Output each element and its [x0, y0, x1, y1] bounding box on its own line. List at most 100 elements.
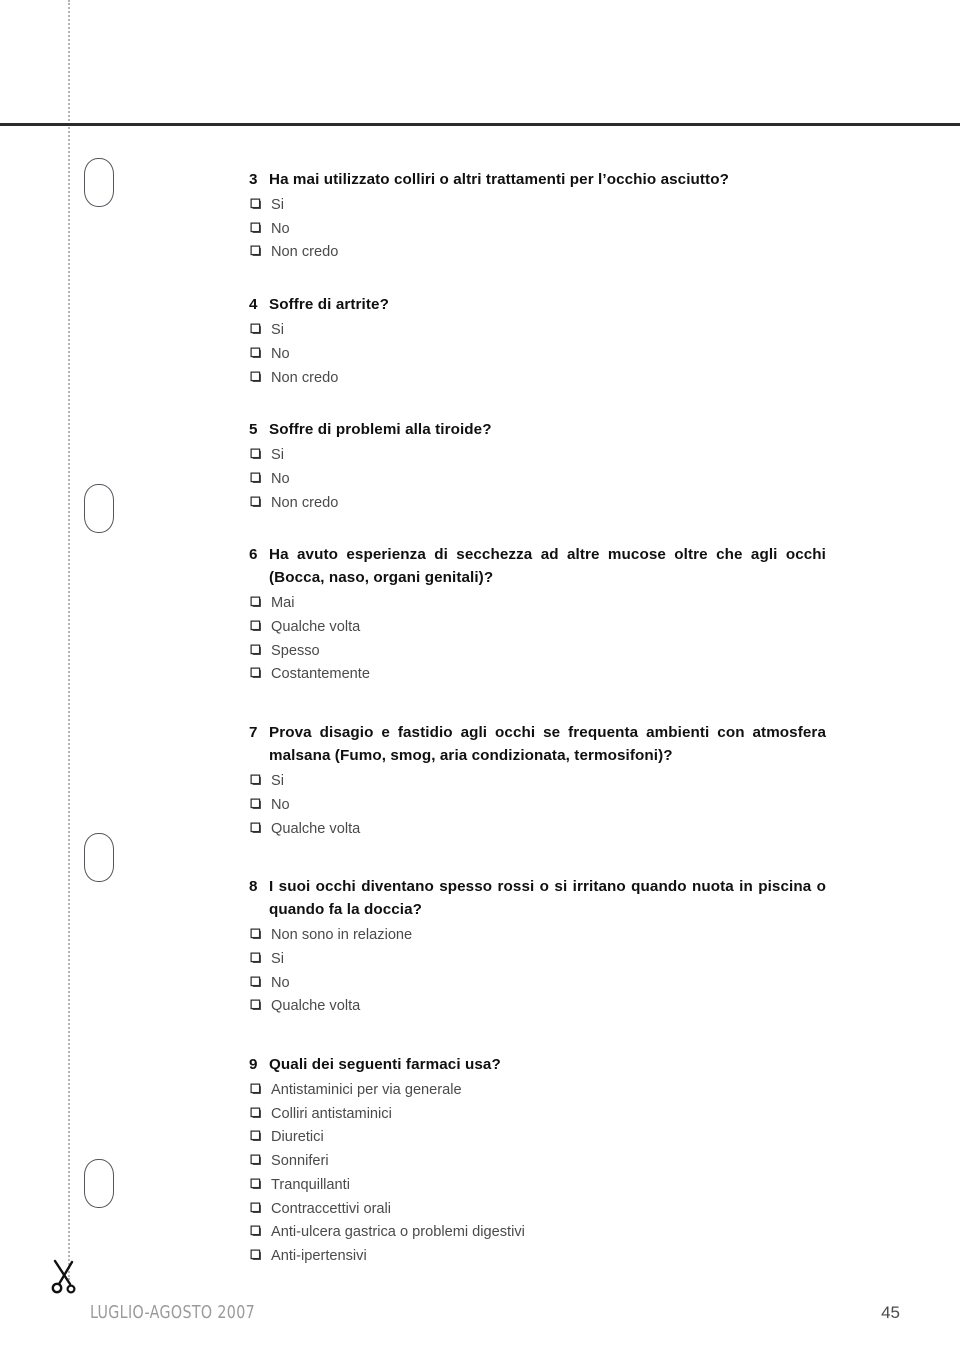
empty-checkbox-icon[interactable]: [249, 666, 271, 679]
option-list-4: Si No Non credo: [249, 319, 826, 390]
option-item[interactable]: Si: [249, 770, 826, 794]
question-label-5: Soffre di problemi alla tiroide?: [269, 421, 492, 439]
option-item[interactable]: Costantemente: [249, 663, 826, 687]
option-item[interactable]: No: [249, 468, 826, 492]
question-block-6: 6 Ha avuto esperienza di secchezza ad alt…: [249, 543, 826, 687]
page-footer: LUGLIO-AGOSTO 2007 45: [90, 1302, 900, 1328]
option-item[interactable]: Mai: [249, 592, 826, 616]
question-block-3: 3 Ha mai utilizzato colliri o altri tratt…: [249, 168, 826, 265]
empty-checkbox-icon[interactable]: [249, 447, 271, 460]
option-item[interactable]: No: [249, 794, 826, 818]
empty-checkbox-icon[interactable]: [249, 1201, 271, 1214]
empty-checkbox-icon[interactable]: [249, 1248, 271, 1261]
option-item[interactable]: Antistaminici per via generale: [249, 1079, 826, 1103]
empty-checkbox-icon[interactable]: [249, 1106, 271, 1119]
empty-checkbox-icon[interactable]: [249, 1224, 271, 1237]
footer-issue-date: LUGLIO-AGOSTO 2007: [90, 1302, 256, 1323]
empty-checkbox-icon[interactable]: [249, 595, 271, 608]
empty-checkbox-icon[interactable]: [249, 1153, 271, 1166]
option-item[interactable]: Qualche volta: [249, 995, 826, 1019]
empty-checkbox-icon[interactable]: [249, 998, 271, 1011]
empty-checkbox-icon[interactable]: [249, 197, 271, 210]
empty-checkbox-icon[interactable]: [249, 927, 271, 940]
option-item[interactable]: Si: [249, 194, 826, 218]
option-item[interactable]: Non credo: [249, 241, 826, 265]
option-label: Tranquillanti: [271, 1176, 350, 1193]
question-label-6: Ha avuto esperienza di secchezza ad altr…: [269, 546, 826, 587]
empty-checkbox-icon[interactable]: [249, 951, 271, 964]
footer-page-number: 45: [881, 1303, 900, 1322]
question-number-9: 9: [249, 1056, 258, 1074]
empty-checkbox-icon[interactable]: [249, 322, 271, 335]
option-label: Anti-ulcera gastrica o problemi digestiv…: [271, 1224, 525, 1241]
question-label-4: Soffre di artrite?: [269, 296, 389, 314]
binder-punch-hole: [84, 484, 114, 533]
question-number-4: 4: [249, 296, 258, 314]
option-item[interactable]: Si: [249, 319, 826, 343]
empty-checkbox-icon[interactable]: [249, 1177, 271, 1190]
option-item[interactable]: Non sono in relazione: [249, 924, 826, 948]
option-item[interactable]: Diuretici: [249, 1126, 826, 1150]
option-item[interactable]: Qualche volta: [249, 818, 826, 842]
option-item[interactable]: Contraccettivi orali: [249, 1198, 826, 1222]
empty-checkbox-icon[interactable]: [249, 495, 271, 508]
option-item[interactable]: No: [249, 218, 826, 242]
option-item[interactable]: Spesso: [249, 640, 826, 664]
empty-checkbox-icon[interactable]: [249, 643, 271, 656]
option-item[interactable]: Tranquillanti: [249, 1174, 826, 1198]
question-text-6: 6 Ha avuto esperienza di secchezza ad alt…: [249, 543, 826, 589]
option-item[interactable]: Si: [249, 948, 826, 972]
empty-checkbox-icon[interactable]: [249, 221, 271, 234]
empty-checkbox-icon[interactable]: [249, 1129, 271, 1142]
option-item[interactable]: Non credo: [249, 492, 826, 516]
binder-punch-hole: [84, 158, 114, 207]
option-label: Qualche volta: [271, 998, 361, 1015]
option-label: Costantemente: [271, 666, 370, 683]
empty-checkbox-icon[interactable]: [249, 244, 271, 257]
empty-checkbox-icon[interactable]: [249, 471, 271, 484]
option-item[interactable]: Colliri antistaminici: [249, 1103, 826, 1127]
option-item[interactable]: Sonniferi: [249, 1150, 826, 1174]
option-label: Mai: [271, 595, 295, 612]
scissors-icon: [48, 1258, 82, 1296]
empty-checkbox-icon[interactable]: [249, 821, 271, 834]
option-list-7: Si No Qualche volta: [249, 770, 826, 841]
option-label: Non credo: [271, 369, 339, 386]
questionnaire-body: 3 Ha mai utilizzato colliri o altri tratt…: [249, 168, 826, 1269]
option-list-8: Non sono in relazione Si No Qualche volt…: [249, 924, 826, 1019]
question-number-5: 5: [249, 421, 258, 439]
empty-checkbox-icon[interactable]: [249, 773, 271, 786]
option-label: No: [271, 974, 290, 991]
binder-punch-hole: [84, 1159, 114, 1208]
question-label-9: Quali dei seguenti farmaci usa?: [269, 1056, 501, 1074]
question-text-3: 3 Ha mai utilizzato colliri o altri tratt…: [249, 168, 826, 191]
option-item[interactable]: Qualche volta: [249, 616, 826, 640]
document-page: 3 Ha mai utilizzato colliri o altri tratt…: [0, 0, 960, 1358]
question-block-8: 8 I suoi occhi diventano spesso rossi o s…: [249, 875, 826, 1019]
option-item[interactable]: Anti-ulcera gastrica o problemi digestiv…: [249, 1221, 826, 1245]
empty-checkbox-icon[interactable]: [249, 619, 271, 632]
option-item[interactable]: No: [249, 972, 826, 996]
option-label: Non credo: [271, 244, 339, 261]
option-item[interactable]: No: [249, 343, 826, 367]
question-number-8: 8: [249, 878, 258, 896]
option-label: Spesso: [271, 642, 320, 659]
empty-checkbox-icon[interactable]: [249, 370, 271, 383]
option-item[interactable]: Si: [249, 444, 826, 468]
dotted-cut-line: [68, 0, 70, 1280]
empty-checkbox-icon[interactable]: [249, 1082, 271, 1095]
option-label: Sonniferi: [271, 1153, 329, 1170]
question-text-4: 4 Soffre di artrite?: [249, 293, 826, 316]
empty-checkbox-icon[interactable]: [249, 975, 271, 988]
empty-checkbox-icon[interactable]: [249, 797, 271, 810]
option-label: Non credo: [271, 494, 339, 511]
empty-checkbox-icon[interactable]: [249, 346, 271, 359]
option-item[interactable]: Non credo: [249, 367, 826, 391]
option-item[interactable]: Anti-ipertensivi: [249, 1245, 826, 1269]
header-horizontal-rule: [0, 123, 960, 126]
option-label: Si: [271, 322, 284, 339]
